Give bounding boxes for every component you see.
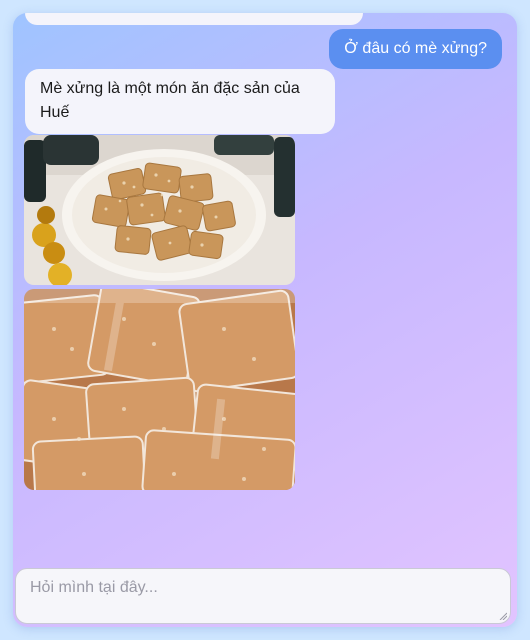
bot-message: Mè xửng là một món ăn đặc sản của Huế	[25, 69, 335, 134]
previous-bot-message	[25, 13, 363, 25]
me-xung-packages-image[interactable]	[24, 289, 295, 490]
me-xung-packages-picture	[24, 289, 295, 490]
message-list[interactable]: Ở đâu có mè xửng? Mè xửng là một món ăn …	[13, 13, 517, 567]
question-input-container	[15, 568, 511, 624]
question-input[interactable]	[16, 569, 510, 623]
me-xung-plate-image[interactable]	[24, 135, 295, 285]
chat-window: Ở đâu có mè xửng? Mè xửng là một món ăn …	[13, 13, 517, 627]
user-message: Ở đâu có mè xửng?	[329, 29, 502, 69]
resize-handle-icon[interactable]	[499, 612, 507, 620]
me-xung-plate-picture	[24, 135, 295, 285]
